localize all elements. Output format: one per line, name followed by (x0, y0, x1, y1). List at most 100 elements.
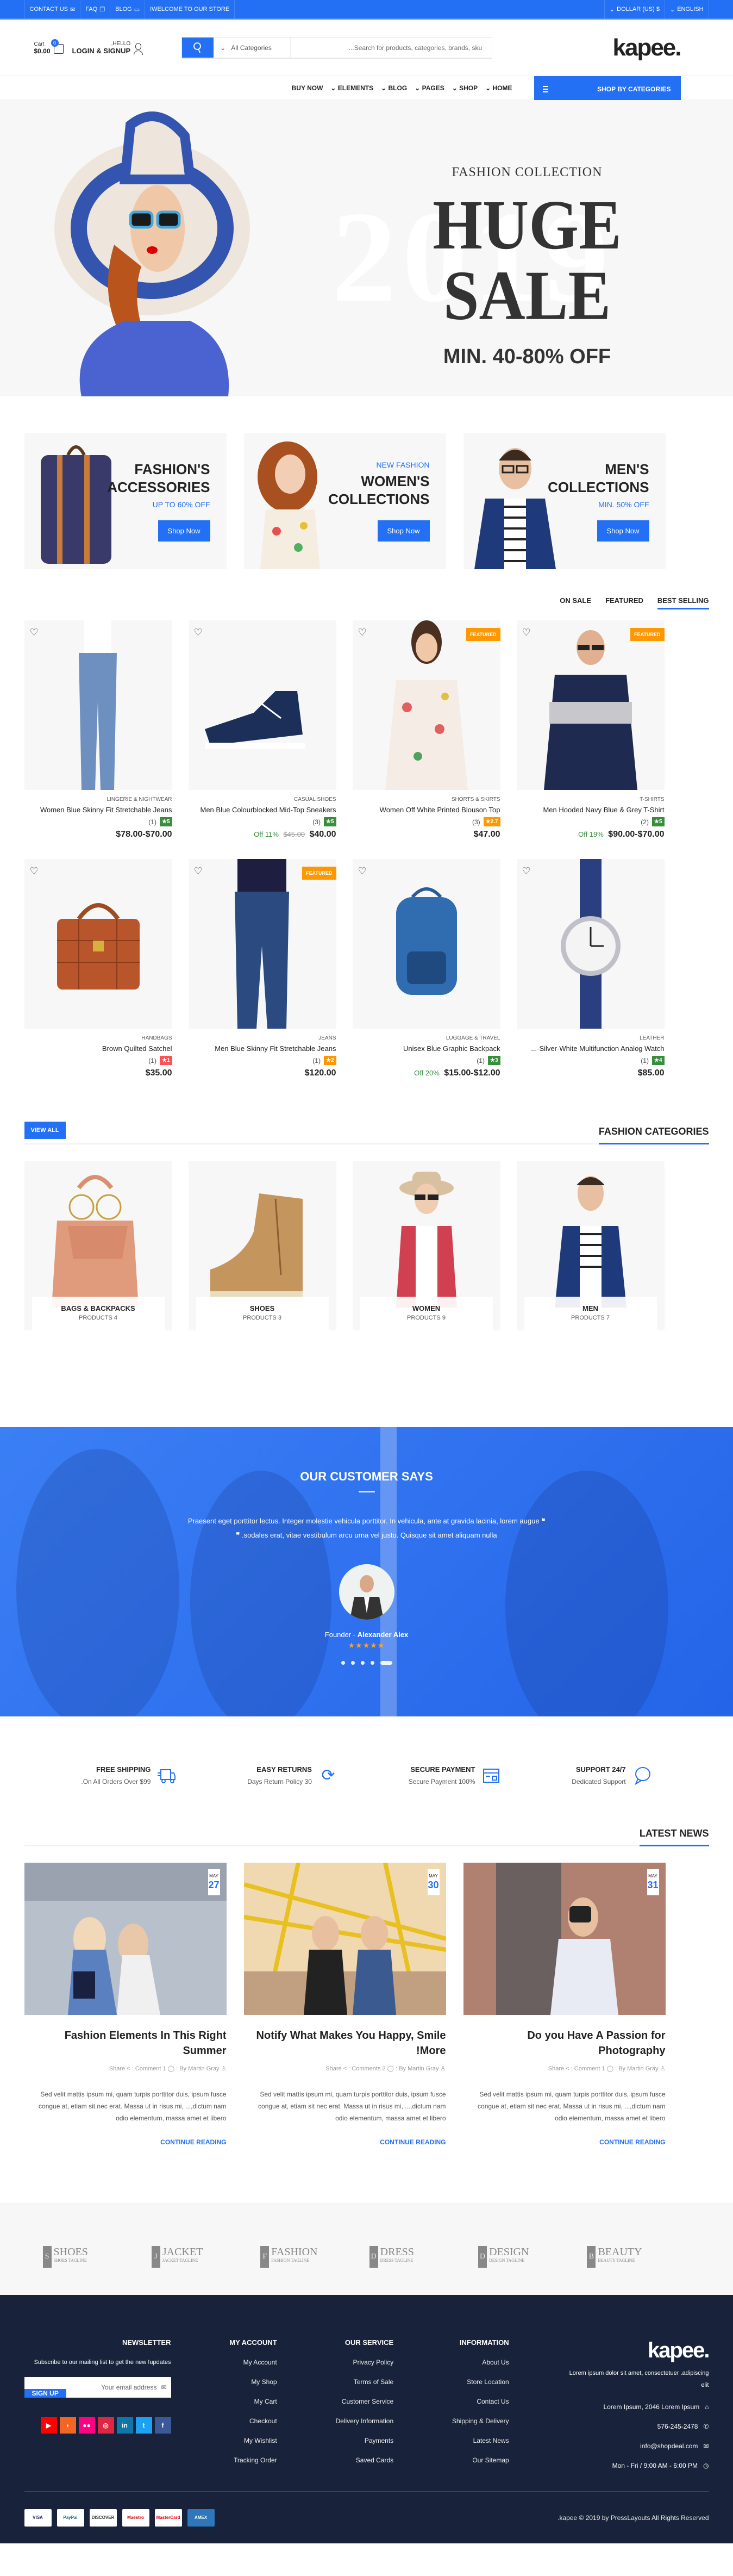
footer-link[interactable]: Privacy Policy (335, 2359, 393, 2366)
wishlist-heart-icon[interactable]: ♡ (30, 866, 39, 877)
footer-link[interactable]: Latest News (452, 2437, 509, 2444)
wishlist-heart-icon[interactable]: ♡ (522, 627, 531, 638)
brand-logo[interactable]: J JACKET JACKET TAGLINE (151, 2246, 255, 2268)
footer-link[interactable]: Saved Cards (335, 2456, 393, 2464)
product-name[interactable]: Men Blue Skinny Fit Stretchable Jeans (189, 1044, 336, 1053)
slider-dot-active[interactable] (380, 1661, 392, 1665)
shop-now-button[interactable]: Shop Now (377, 520, 430, 542)
slider-dot[interactable] (370, 1661, 374, 1665)
language-dropdown[interactable]: ⌄ ENGLISH (664, 0, 709, 18)
footer-link[interactable]: Terms of Sale (335, 2378, 393, 2386)
post-title[interactable]: Fashion Elements In This Right Summer (24, 2028, 227, 2058)
brand-logo[interactable]: D DRESS DRESS TAGLINE (369, 2246, 473, 2268)
product-card[interactable]: ♡ CASUAL SHOES Men Blue Colourblocked Mi… (188, 620, 336, 839)
product-card[interactable]: ♡ LINGERIE & NIGHTWEAR Women Blue Skinny… (24, 620, 172, 839)
footer-link[interactable]: Checkout (229, 2417, 277, 2425)
wishlist-heart-icon[interactable]: ♡ (194, 866, 203, 877)
site-logo[interactable]: kapee. (613, 34, 682, 61)
product-category[interactable]: CASUAL SHOES (189, 797, 336, 802)
brand-logo[interactable]: B BEAUTY BEAUTY TAGLINE (587, 2246, 690, 2268)
post-title[interactable]: Do you Have A Passion for Photography (463, 2028, 665, 2058)
product-card[interactable]: ♡ FEATURED JEANS Men Blue Skinny Fit Str… (188, 859, 336, 1078)
brand-logo[interactable]: F FASHION FASHION TAGLINE (260, 2246, 364, 2268)
promo-banner-women[interactable]: NEW FASHION WOMEN'S COLLECTIONS Shop Now (243, 433, 446, 569)
product-name[interactable]: Women Off White Printed Blouson Top (353, 806, 500, 814)
store-email[interactable]: info@shopdeal.com ✉ (567, 2442, 709, 2450)
product-image[interactable]: ♡ (24, 620, 172, 790)
search-input[interactable]: ...Search for products, categories, bran… (291, 38, 492, 58)
nav-item-elements[interactable]: ⌄ ELEMENTS (330, 84, 373, 92)
tab-on-sale[interactable]: ON SALE (560, 596, 591, 609)
share-label[interactable]: Share (325, 2065, 341, 2072)
youtube-icon[interactable]: ▶ (40, 2417, 57, 2434)
continue-reading-link[interactable]: CONTINUE READING (463, 2138, 665, 2146)
footer-link[interactable]: Customer Service (335, 2398, 393, 2405)
continue-reading-link[interactable]: CONTINUE READING (244, 2138, 446, 2146)
footer-link[interactable]: Payments (335, 2437, 393, 2444)
product-card[interactable]: ♡ FEATURED T-SHIRTS Men Hooded Navy Blue… (516, 620, 665, 839)
footer-link[interactable]: About Us (452, 2359, 509, 2366)
tab-featured[interactable]: FEATURED (605, 596, 643, 609)
promo-banner-accessories[interactable]: FASHION'S ACCESSORIES UP TO 60% OFF Shop… (24, 433, 227, 569)
slider-dot[interactable] (341, 1661, 345, 1665)
nav-item-buy-now[interactable]: BUY NOW (292, 84, 323, 92)
linkedin-icon[interactable]: in (116, 2417, 133, 2434)
share-label[interactable]: Share (548, 2065, 564, 2072)
comments-count[interactable]: Comments 2 (352, 2065, 385, 2072)
product-name[interactable]: ...-Silver-White Multifunction Analog Wa… (517, 1044, 664, 1053)
facebook-icon[interactable]: f (154, 2417, 171, 2434)
footer-link[interactable]: Tracking Order (229, 2456, 277, 2464)
shop-by-categories-button[interactable]: SHOP BY CATEGORIES (534, 76, 681, 102)
category-card[interactable]: MEN PRODUCTS 7 (516, 1161, 665, 1330)
comments-count[interactable]: Comment 1 (574, 2065, 605, 2072)
product-category[interactable]: JEANS (189, 1035, 336, 1041)
nav-item-pages[interactable]: ⌄ PAGES (415, 84, 444, 92)
product-category[interactable]: HANDBAGS (24, 1035, 172, 1041)
wishlist-heart-icon[interactable]: ♡ (194, 627, 203, 638)
wishlist-heart-icon[interactable]: ♡ (30, 627, 39, 638)
product-card[interactable]: ♡ LEATHER ...-Silver-White Multifunction… (516, 859, 665, 1078)
category-select[interactable]: ⌄ All Categories (214, 38, 291, 58)
slider-dot[interactable] (350, 1661, 355, 1665)
promo-banner-men[interactable]: MEN'S COLLECTIONS MIN. 50% OFF Shop Now (463, 433, 666, 569)
slider-dot[interactable] (360, 1661, 365, 1665)
email-input[interactable]: Your email address ✉ (66, 2377, 171, 2398)
product-card[interactable]: ♡ HANDBAGS Brown Quilted Satchel (1) ★1 … (24, 859, 172, 1078)
instagram-icon[interactable]: ◎ (97, 2417, 114, 2434)
footer-link[interactable]: Shipping & Delivery (452, 2417, 509, 2425)
faq-link[interactable]: FAQ ❐ (80, 0, 110, 18)
post-author[interactable]: By Martin Gray (179, 2065, 219, 2072)
news-image[interactable]: MAY 30 (243, 1863, 446, 2015)
contact-us-link[interactable]: CONTACT US ✉ (24, 0, 80, 18)
category-card[interactable]: SHOES PRODUCTS 3 (188, 1161, 336, 1330)
shop-now-button[interactable]: Shop Now (597, 520, 649, 542)
product-category[interactable]: LINGERIE & NIGHTWEAR (24, 797, 172, 802)
wishlist-heart-icon[interactable]: ♡ (358, 866, 367, 877)
wishlist-heart-icon[interactable]: ♡ (522, 866, 531, 877)
nav-item-blog[interactable]: ⌄ BLOG (381, 84, 407, 92)
product-image[interactable]: ♡ (24, 859, 172, 1029)
twitter-icon[interactable]: t (135, 2417, 152, 2434)
wishlist-heart-icon[interactable]: ♡ (358, 627, 367, 638)
product-image[interactable]: ♡ FEATURED (516, 620, 665, 790)
comments-count[interactable]: Comment 1 (135, 2065, 166, 2072)
product-image[interactable]: ♡ (188, 620, 336, 790)
post-author[interactable]: By Martin Gray (399, 2065, 438, 2072)
rss-icon[interactable]: ◗ (59, 2417, 76, 2434)
product-name[interactable]: Brown Quilted Satchel (24, 1044, 172, 1053)
currency-dropdown[interactable]: ⌄ DOLLAR (US) $ (604, 0, 665, 18)
footer-link[interactable]: Contact Us (452, 2398, 509, 2405)
product-name[interactable]: Men Blue Colourblocked Mid-Top Sneakers (189, 806, 336, 814)
product-category[interactable]: LEATHER (517, 1035, 664, 1041)
shop-now-button[interactable]: Shop Now (158, 520, 210, 542)
view-all-button[interactable]: VIEW ALL (24, 1122, 66, 1139)
continue-reading-link[interactable]: CONTINUE READING (24, 2138, 226, 2146)
product-category[interactable]: LUGGAGE & TRAVEL (353, 1035, 500, 1041)
sign-up-button[interactable]: SIGN UP (24, 2389, 66, 2398)
share-label[interactable]: Share (109, 2065, 125, 2072)
category-card[interactable]: WOMEN PRODUCTS 9 (352, 1161, 500, 1330)
category-card[interactable]: BAGS & BACKPACKS PRODUCTS 4 (24, 1161, 172, 1330)
nav-item-shop[interactable]: ⌄ SHOP (452, 84, 478, 92)
footer-link[interactable]: My Shop (229, 2378, 277, 2386)
product-image[interactable]: ♡ FEATURED (352, 620, 500, 790)
